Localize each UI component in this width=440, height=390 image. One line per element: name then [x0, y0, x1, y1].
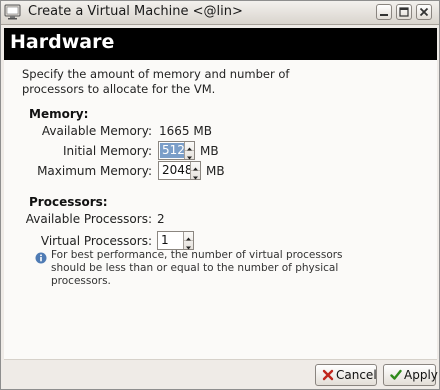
- virtual-processors-spin-buttons[interactable]: [183, 232, 193, 250]
- content-panel: Specify the amount of memory and number …: [4, 60, 437, 359]
- memory-heading: Memory:: [29, 107, 89, 121]
- initial-memory-unit: MB: [200, 144, 219, 158]
- maximum-memory-unit: MB: [206, 164, 225, 178]
- close-icon: [419, 7, 429, 17]
- spin-up-icon[interactable]: [185, 142, 194, 151]
- page-title: Hardware: [10, 31, 115, 53]
- initial-memory-spin-buttons[interactable]: [184, 142, 194, 160]
- virtual-processors-input[interactable]: 1: [159, 233, 171, 248]
- vm-app-icon: [4, 4, 21, 20]
- initial-memory-spinbox[interactable]: 512: [158, 141, 195, 160]
- info-icon: [35, 252, 47, 264]
- title-bar[interactable]: Create a Virtual Machine <@lin>: [1, 1, 439, 25]
- spin-up-icon[interactable]: [191, 162, 200, 171]
- cancel-button-label: Cancel: [336, 368, 377, 382]
- spin-down-icon[interactable]: [185, 151, 194, 160]
- close-button[interactable]: [416, 4, 432, 20]
- initial-memory-input[interactable]: 512: [160, 143, 187, 158]
- available-processors-value: 2: [157, 212, 165, 226]
- available-memory-value: 1665 MB: [159, 124, 212, 138]
- intro-text: Specify the amount of memory and number …: [22, 67, 290, 96]
- spin-down-icon[interactable]: [184, 241, 193, 250]
- virtual-processors-spinbox[interactable]: 1: [157, 231, 194, 250]
- cancel-button[interactable]: Cancel: [315, 364, 377, 386]
- available-processors-label: Available Processors:: [25, 212, 152, 226]
- maximum-memory-spin-buttons[interactable]: [190, 162, 200, 180]
- minimize-icon: [380, 14, 388, 16]
- maximum-memory-label: Maximum Memory:: [37, 164, 152, 178]
- maximize-icon: [399, 7, 409, 17]
- page-header-banner: Hardware: [4, 28, 437, 60]
- initial-memory-label: Initial Memory:: [63, 144, 152, 158]
- apply-button[interactable]: Apply: [383, 364, 438, 386]
- apply-button-label: Apply: [404, 368, 438, 382]
- spin-down-icon[interactable]: [191, 171, 200, 180]
- window-title: Create a Virtual Machine <@lin>: [28, 4, 243, 19]
- virtual-processors-label: Virtual Processors:: [40, 234, 152, 248]
- dialog-window: Create a Virtual Machine <@lin> Hardware…: [0, 0, 440, 390]
- maximum-memory-spinbox[interactable]: 2048: [158, 161, 201, 180]
- cancel-x-icon: [322, 369, 334, 381]
- available-memory-label: Available Memory:: [41, 124, 152, 138]
- spin-up-icon[interactable]: [184, 232, 193, 241]
- maximize-button[interactable]: [396, 4, 412, 20]
- button-separator: [4, 359, 437, 360]
- processor-hint-text: For best performance, the number of virt…: [51, 249, 343, 287]
- processors-heading: Processors:: [29, 195, 108, 209]
- checkmark-icon: [390, 369, 402, 381]
- minimize-button[interactable]: [376, 4, 392, 20]
